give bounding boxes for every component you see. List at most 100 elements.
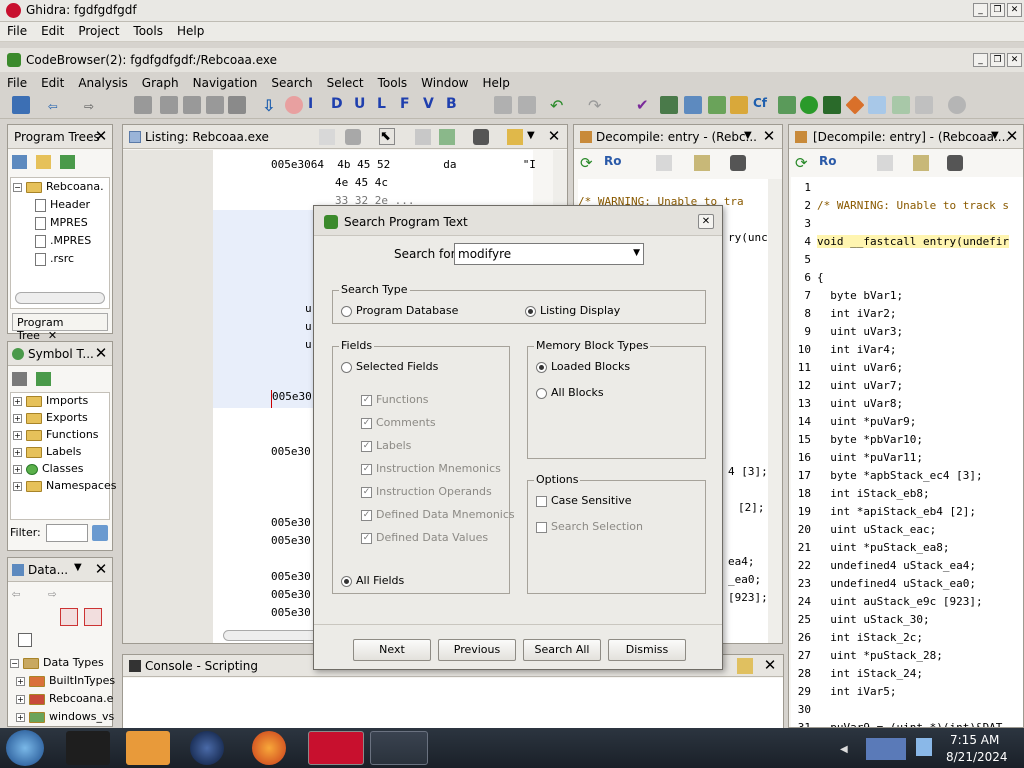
decompile-2-close-icon[interactable]: ✕ xyxy=(1003,127,1021,145)
next-button[interactable]: Next xyxy=(353,639,431,661)
filter-options-icon[interactable] xyxy=(92,525,108,541)
dismiss-button[interactable]: Dismiss xyxy=(608,639,686,661)
radio-all-fields[interactable]: All Fields xyxy=(341,574,404,587)
listing-close-icon[interactable]: ✕ xyxy=(545,127,563,145)
tree-classes[interactable]: + Classes xyxy=(13,462,83,479)
search-input[interactable]: modifyre xyxy=(458,247,511,261)
v-nav-icon[interactable]: V xyxy=(423,96,441,114)
snapshot-icon[interactable] xyxy=(345,129,361,145)
dropdown-icon[interactable]: ▼ xyxy=(74,562,82,573)
filter-off-icon[interactable] xyxy=(60,608,78,626)
diamond-icon[interactable] xyxy=(845,95,865,115)
nav-label-icon[interactable] xyxy=(228,96,246,114)
console-body[interactable] xyxy=(123,678,783,728)
forward-arrow-icon[interactable]: ⇨ xyxy=(84,96,102,115)
taskbar-terminal-icon[interactable] xyxy=(66,731,110,765)
search-combo[interactable]: modifyre ▼ xyxy=(454,243,644,265)
data-icon[interactable] xyxy=(730,96,748,114)
nav-data-icon[interactable] xyxy=(160,96,178,114)
cb-menu-window[interactable]: Window xyxy=(414,74,475,92)
radio-selected-fields[interactable]: Selected Fields xyxy=(341,360,438,373)
save-icon[interactable] xyxy=(12,96,30,114)
checkbox-case-sensitive[interactable]: Case Sensitive xyxy=(536,494,632,507)
menu-tools[interactable]: Tools xyxy=(126,22,170,40)
start-button-icon[interactable] xyxy=(6,730,44,766)
paste-icon[interactable] xyxy=(518,96,536,114)
u-nav-icon[interactable]: U xyxy=(354,96,372,114)
taskbar-firefox-icon[interactable] xyxy=(252,731,286,765)
tray-expand-icon[interactable]: ◀ xyxy=(840,744,848,755)
b-nav-icon[interactable]: B xyxy=(446,96,464,114)
tree-root[interactable]: − Rebcoana. xyxy=(13,180,104,197)
cb-menu-navigation[interactable]: Navigation xyxy=(186,74,265,92)
down-arrow-icon[interactable]: ⇩ xyxy=(262,96,280,115)
tree-item-mpres2[interactable]: .MPRES xyxy=(35,234,91,251)
window-icon[interactable] xyxy=(868,96,886,114)
symbol-tree-close-icon[interactable]: ✕ xyxy=(92,344,110,362)
f-nav-icon[interactable]: F xyxy=(400,96,418,114)
clock-time[interactable]: 7:15 AM xyxy=(950,733,999,747)
console-close-icon[interactable]: ✕ xyxy=(761,656,779,674)
nav-function-icon[interactable] xyxy=(206,96,224,114)
cb-menu-help[interactable]: Help xyxy=(476,74,517,92)
graph-icon[interactable] xyxy=(778,96,796,114)
table-icon[interactable] xyxy=(708,96,726,114)
new-tree-icon[interactable] xyxy=(60,155,75,169)
tree-item-header[interactable]: Header xyxy=(35,198,90,215)
taskbar-media-player-icon[interactable] xyxy=(126,731,170,765)
copy-icon[interactable] xyxy=(656,155,672,171)
run-icon[interactable] xyxy=(800,96,818,114)
collapse-icon[interactable] xyxy=(18,633,32,647)
camera-icon[interactable] xyxy=(473,129,489,145)
camera-icon[interactable] xyxy=(730,155,746,171)
tree-imports[interactable]: + Imports xyxy=(13,394,88,411)
d-nav-icon[interactable]: D xyxy=(331,96,349,114)
menu-help[interactable]: Help xyxy=(170,22,211,40)
clear-console-icon[interactable] xyxy=(737,658,753,674)
tray-volume-icon[interactable] xyxy=(916,738,932,756)
cb-restore-button[interactable]: ❐ xyxy=(990,53,1005,67)
tree-item-rsrc[interactable]: .rsrc xyxy=(35,252,74,269)
tree-rebcoana[interactable]: + Rebcoana.e xyxy=(16,692,113,709)
ro-icon[interactable]: Ro xyxy=(604,154,621,168)
options-icon[interactable] xyxy=(507,129,523,145)
camera-icon[interactable] xyxy=(947,155,963,171)
listing-dropdown-icon[interactable]: ▼ xyxy=(527,130,535,141)
menu-project[interactable]: Project xyxy=(71,22,126,40)
menu-file[interactable]: File xyxy=(0,22,34,40)
nav-prev-icon[interactable] xyxy=(134,96,152,114)
horizontal-scrollbar[interactable] xyxy=(15,292,105,304)
tree-labels[interactable]: + Labels xyxy=(13,445,81,462)
back-icon[interactable]: ⇦ xyxy=(12,586,20,602)
radio-loaded-blocks[interactable]: Loaded Blocks xyxy=(536,360,630,373)
data-types-close-icon[interactable]: ✕ xyxy=(92,560,110,578)
cf-icon[interactable]: Cf xyxy=(753,96,771,114)
previous-button[interactable]: Previous xyxy=(438,639,516,661)
back-arrow-icon[interactable]: ⇦ xyxy=(48,96,66,115)
nav-instruction-icon[interactable] xyxy=(183,96,201,114)
compare-icon[interactable] xyxy=(892,96,910,114)
radio-listing-display[interactable]: Listing Display xyxy=(525,304,620,317)
decompile-2-dropdown-icon[interactable]: ▼ xyxy=(991,130,999,141)
decompile-2-body[interactable]: 1 2/* WARNING: Unable to track s 3 4 void __… xyxy=(791,177,1023,727)
cursor-mode-icon[interactable]: ⬉ xyxy=(379,128,395,145)
copy-icon[interactable] xyxy=(319,129,335,145)
l-nav-icon[interactable]: L xyxy=(377,96,395,114)
tree-data-types-root[interactable]: − Data Types xyxy=(10,656,104,673)
import-icon[interactable] xyxy=(12,372,27,386)
cb-menu-analysis[interactable]: Analysis xyxy=(71,74,134,92)
minimize-button[interactable]: _ xyxy=(973,3,988,17)
export-icon[interactable] xyxy=(913,155,929,171)
undo-icon[interactable]: ↶ xyxy=(550,96,568,115)
copy-icon[interactable] xyxy=(877,155,893,171)
radio-all-blocks[interactable]: All Blocks xyxy=(536,386,604,399)
decompile-1-scrollbar[interactable] xyxy=(768,179,782,643)
radio-program-database[interactable]: Program Database xyxy=(341,304,458,317)
refresh-icon[interactable]: ⟳ xyxy=(580,154,593,172)
bytes-icon[interactable] xyxy=(660,96,678,114)
checkmark-icon[interactable]: ✔ xyxy=(636,96,654,114)
scissors-icon[interactable] xyxy=(494,96,512,114)
ro-icon[interactable]: Ro xyxy=(819,154,836,168)
open-folder-icon[interactable] xyxy=(36,155,51,169)
i-nav-icon[interactable]: I xyxy=(308,96,326,114)
